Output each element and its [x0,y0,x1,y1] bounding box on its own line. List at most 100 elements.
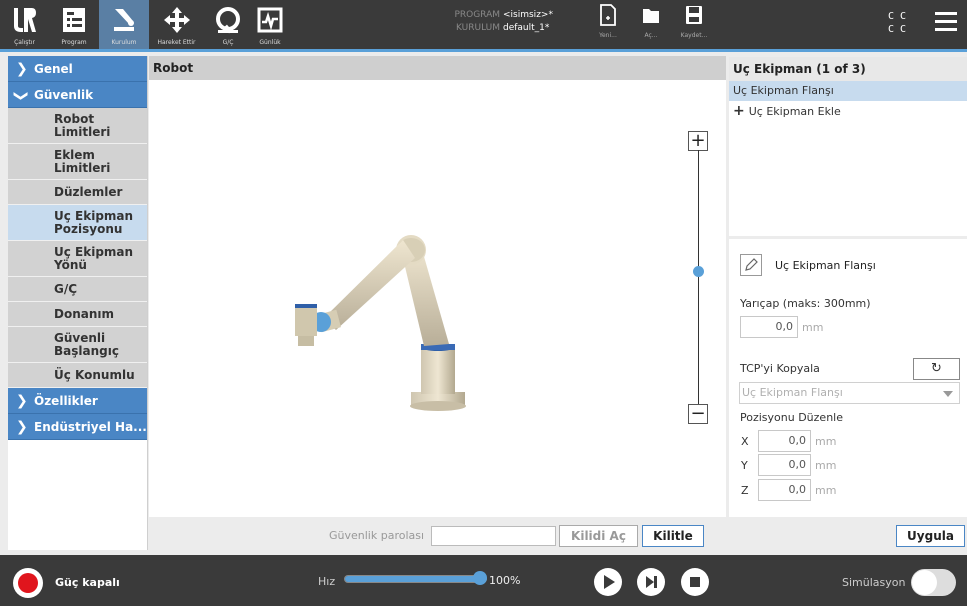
nav-joint-limits[interactable]: Eklem Limitleri [8,144,147,180]
nav-safe-startup[interactable]: Güvenli Başlangıç [8,327,147,363]
z-input[interactable]: 0,0 [758,479,811,501]
robot-arm-model [295,235,466,411]
save-button[interactable]: Kaydet... [678,4,710,46]
power-status[interactable]: Güç kapalı [55,576,120,589]
tcp-list: Uç Ekipman Flanşı + Uç Ekipman Ekle [729,81,967,236]
tab-log-label: Günlük [259,39,281,46]
x-unit: mm [815,435,837,448]
nav-industrial[interactable]: ❯ Endüstriyel Ha... [8,414,147,440]
zoom-slider-handle[interactable] [693,266,704,277]
log-icon [257,7,283,33]
nav-robot-limits[interactable]: Robot Limitleri [8,108,147,144]
app-window: Çalıştır Program Kurulum Hareket Ettir G… [0,0,967,606]
hamburger-menu-icon[interactable] [935,12,957,34]
chevron-right-icon: ❯ [16,60,28,77]
nav-tool-direction[interactable]: Uç Ekipman Yönü [8,241,147,277]
speed-slider-handle[interactable] [473,571,487,585]
nav-features-label: Özellikler [34,393,98,408]
new-button[interactable]: Yeni... [592,4,624,46]
caret-down-icon [943,391,953,397]
play-button[interactable] [594,568,622,596]
power-icon[interactable] [13,568,43,598]
radius-unit: mm [802,321,824,334]
installation-icon [114,9,134,31]
nav-general[interactable]: ❯ Genel [8,56,147,82]
folder-icon [643,9,659,23]
zoom-out-button[interactable]: − [688,404,708,424]
open-button[interactable]: Aç... [635,4,667,46]
password-input[interactable] [431,526,556,546]
top-bar: Çalıştır Program Kurulum Hareket Ettir G… [0,0,967,52]
robot-panel-title: Robot [149,56,726,80]
action-bar: Güvenlik parolası Kilidi Aç Kilitle Uygu… [149,517,967,550]
tab-run[interactable]: Çalıştır [0,0,49,49]
nav-io[interactable]: G/Ç [8,277,147,302]
program-key: PROGRAM [454,10,500,20]
tab-program-label: Program [61,39,87,46]
simulation-toggle[interactable] [911,569,956,596]
save-icon [686,6,702,24]
speed-slider[interactable] [344,575,487,583]
tab-installation[interactable]: Kurulum [99,0,149,49]
installation-name: default_1* [503,23,550,33]
nav-planes[interactable]: Düzlemler [8,180,147,205]
apply-button[interactable]: Uygula [896,525,965,547]
tcp-list-item[interactable]: Uç Ekipman Flanşı [729,81,967,101]
add-tcp-button[interactable]: + Uç Ekipman Ekle [729,101,967,121]
top-accent-line [0,49,967,52]
program-info: PROGRAM <isimsiz>* KURULUM default_1* [452,9,553,35]
new-file-icon [600,4,616,26]
footer-bar: Güç kapalı Hız 100% Simülasyon [0,555,967,606]
tcp-edit-panel: Uç Ekipman Flanşı Yarıçap (maks: 300mm) … [729,239,967,517]
robot-3d-view[interactable]: + − [149,80,726,517]
status-top: C C [888,11,907,22]
nav-safety-label: Güvenlik [34,87,94,102]
tcp-name: Uç Ekipman Flanşı [775,259,876,272]
tab-installation-label: Kurulum [111,39,137,46]
installation-key: KURULUM [455,23,500,33]
nav-features[interactable]: ❯ Özellikler [8,388,147,414]
copy-tcp-dropdown-value: Uç Ekipman Flanşı [742,386,843,399]
x-label: X [741,435,749,448]
tab-move-label: Hareket Ettir [157,39,196,46]
stop-button[interactable] [681,568,709,596]
tab-move[interactable]: Hareket Ettir [149,0,204,49]
edit-position-label: Pozisyonu Düzenle [740,411,843,424]
plus-icon: + [733,103,745,119]
open-label: Aç... [644,32,658,39]
x-input[interactable]: 0,0 [758,430,811,452]
nav-tool-position[interactable]: Uç Ekipman Pozisyonu [8,205,147,241]
tab-run-label: Çalıştır [14,39,35,46]
nav-industrial-label: Endüstriyel Ha... [34,419,147,434]
nav-hardware[interactable]: Donanım [8,302,147,327]
step-icon [646,576,657,588]
left-nav: ❯ Genel ❯ Güvenlik Robot Limitleri Eklem… [8,56,148,550]
add-tcp-label: Uç Ekipman Ekle [748,105,841,118]
tab-program[interactable]: Program [49,0,99,49]
radius-input[interactable]: 0,0 [740,316,798,338]
ur-logo-icon [13,8,36,32]
pencil-icon [745,258,758,271]
tab-io[interactable]: G/Ç [204,0,252,49]
save-label: Kaydet... [680,32,708,39]
io-icon [216,7,240,34]
tab-log[interactable]: Günlük [252,0,288,49]
copy-tcp-label: TCP'yi Kopyala [740,362,820,375]
z-label: Z [741,484,749,497]
refresh-button[interactable]: ↻ [913,358,960,380]
lock-button[interactable]: Kilitle [642,525,704,547]
chevron-down-icon: ❯ [13,89,29,102]
radius-label: Yarıçap (maks: 300mm) [740,297,871,310]
nav-three-position[interactable]: Üç Konumlu [8,363,147,388]
step-button[interactable] [637,568,665,596]
unlock-button[interactable]: Kilidi Aç [559,525,638,547]
nav-safety[interactable]: ❯ Güvenlik [8,82,147,108]
tab-io-label: G/Ç [222,39,234,46]
zoom-in-button[interactable]: + [688,131,708,151]
simulation-label: Simülasyon [842,576,906,589]
zoom-slider-track[interactable] [698,150,699,413]
copy-tcp-dropdown[interactable]: Uç Ekipman Flanşı [739,382,960,404]
y-input[interactable]: 0,0 [758,454,811,476]
speed-slider-fill [345,576,486,582]
rename-button[interactable] [740,254,762,276]
